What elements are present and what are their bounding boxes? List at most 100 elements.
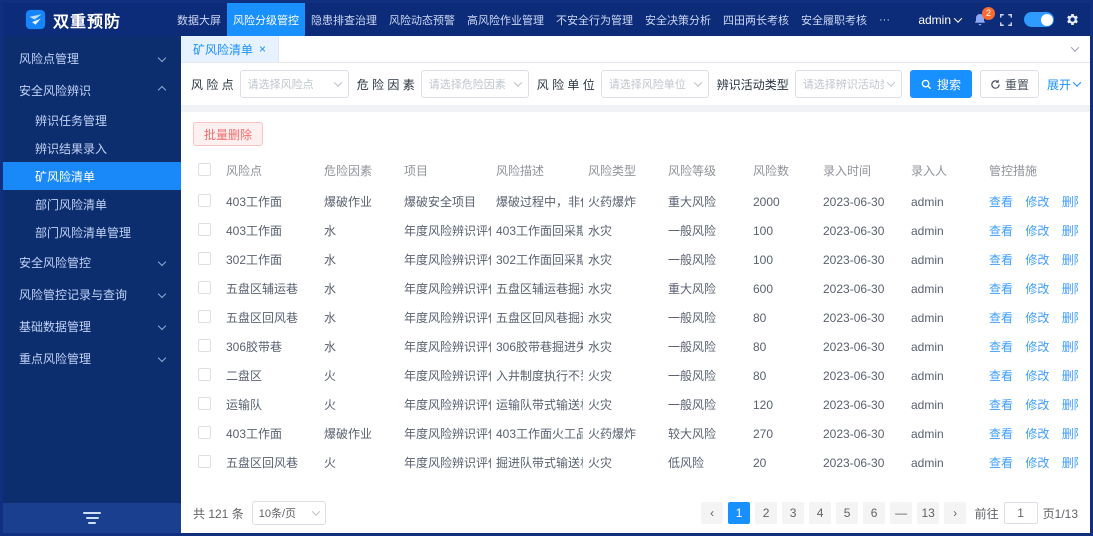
tab-close-icon[interactable]: ×	[259, 43, 266, 55]
cell-risk-type: 水灾	[588, 282, 613, 296]
sidebar-item[interactable]: 风险管控记录与查询	[3, 278, 181, 310]
delete-link[interactable]: 删除	[1062, 427, 1078, 441]
delete-link[interactable]: 删除	[1062, 311, 1078, 325]
top-menu-item[interactable]: 隐患排查治理	[305, 3, 383, 36]
edit-link[interactable]: 修改	[1025, 282, 1049, 296]
row-checkbox[interactable]	[198, 338, 211, 352]
cell-risk-level: 一般风险	[668, 311, 717, 325]
row-checkbox[interactable]	[198, 309, 211, 323]
edit-link[interactable]: 修改	[1025, 398, 1049, 412]
sidebar-item[interactable]: 矿风险清单	[3, 162, 181, 190]
app-window: 双重预防 数据大屏 风险分级管控 隐患排查治理 风险动态预警 高风险作业管理 不…	[0, 0, 1093, 536]
view-link[interactable]: 查看	[989, 311, 1013, 325]
view-link[interactable]: 查看	[989, 398, 1013, 412]
top-menu-item[interactable]: 数据大屏	[171, 3, 227, 36]
delete-link[interactable]: 删除	[1062, 340, 1078, 354]
view-link[interactable]: 查看	[989, 427, 1013, 441]
cell-risk-level: 低风险	[668, 456, 705, 470]
sidebar-item[interactable]: 风险点管理	[3, 42, 181, 74]
prev-page-button[interactable]: ‹	[701, 502, 724, 524]
row-checkbox[interactable]	[198, 454, 211, 468]
row-checkbox[interactable]	[198, 367, 211, 381]
delete-link[interactable]: 删除	[1062, 195, 1078, 209]
expand-filters-link[interactable]: 展开	[1047, 76, 1082, 93]
sidebar-item[interactable]: 重点风险管理	[3, 342, 181, 374]
sidebar-item[interactable]: 基础数据管理	[3, 310, 181, 342]
theme-toggle[interactable]	[1024, 12, 1054, 27]
sidebar-item[interactable]: 部门风险清单	[3, 190, 181, 218]
top-menu-item[interactable]: 风险动态预警	[383, 3, 461, 36]
row-checkbox[interactable]	[198, 222, 211, 236]
page-number-button[interactable]: 2	[755, 502, 778, 524]
next-page-button[interactable]: ›	[944, 502, 967, 524]
edit-link[interactable]: 修改	[1025, 195, 1049, 209]
batch-delete-button[interactable]: 批量删除	[193, 122, 264, 146]
top-menu-item[interactable]: 安全决策分析	[639, 3, 717, 36]
user-menu[interactable]: admin	[918, 13, 963, 27]
delete-link[interactable]: 删除	[1062, 253, 1078, 267]
fullscreen-button[interactable]	[999, 13, 1013, 27]
sidebar-item[interactable]: 辨识任务管理	[3, 106, 181, 134]
top-menu-item-label: 隐患排查治理	[311, 14, 377, 27]
select-all-checkbox[interactable]	[198, 162, 211, 176]
delete-link[interactable]: 删除	[1062, 282, 1078, 296]
edit-link[interactable]: 修改	[1025, 427, 1049, 441]
view-link[interactable]: 查看	[989, 340, 1013, 354]
page-number-button[interactable]: 5	[836, 502, 859, 524]
edit-link[interactable]: 修改	[1025, 456, 1049, 470]
edit-link[interactable]: 修改	[1025, 253, 1049, 267]
edit-link[interactable]: 修改	[1025, 224, 1049, 238]
page-size-select[interactable]: 10条/页	[251, 501, 326, 525]
page-number-button[interactable]: 6	[863, 502, 886, 524]
page-number-button[interactable]: 4	[809, 502, 832, 524]
delete-link[interactable]: 删除	[1062, 456, 1078, 470]
cell-risk-point: 306胶带巷	[226, 340, 283, 354]
sidebar-item[interactable]: 辨识结果录入	[3, 134, 181, 162]
top-menu-item-label: ···	[879, 13, 890, 26]
sidebar-item[interactable]: 部门风险清单管理	[3, 218, 181, 246]
view-link[interactable]: 查看	[989, 253, 1013, 267]
tab-options-chevron-icon[interactable]	[1070, 43, 1080, 52]
reset-button[interactable]: 重置	[979, 70, 1039, 98]
top-menu-item[interactable]: 四田两长考核	[717, 3, 795, 36]
sidebar-item[interactable]: 安全风险辨识	[3, 74, 181, 106]
view-link[interactable]: 查看	[989, 456, 1013, 470]
edit-link[interactable]: 修改	[1025, 311, 1049, 325]
top-menu-item[interactable]: 风险分级管控	[227, 3, 305, 36]
view-link[interactable]: 查看	[989, 282, 1013, 296]
filter-select[interactable]: 请选择风险点	[239, 70, 349, 98]
view-link[interactable]: 查看	[989, 195, 1013, 209]
page-number-button[interactable]: —	[890, 502, 913, 524]
row-checkbox[interactable]	[198, 193, 211, 207]
top-menu-item[interactable]: 高风险作业管理	[461, 3, 550, 36]
delete-link[interactable]: 删除	[1062, 224, 1078, 238]
page-number-button[interactable]: 13	[917, 502, 940, 524]
row-checkbox[interactable]	[198, 396, 211, 410]
edit-link[interactable]: 修改	[1025, 369, 1049, 383]
filter-select[interactable]: 请选择辨识活动类型	[794, 70, 902, 98]
edit-link[interactable]: 修改	[1025, 340, 1049, 354]
settings-button[interactable]	[1065, 12, 1080, 27]
view-link[interactable]: 查看	[989, 369, 1013, 383]
delete-link[interactable]: 删除	[1062, 369, 1078, 383]
sidebar-collapse-button[interactable]	[3, 503, 181, 533]
chevron-down-icon	[157, 85, 167, 95]
row-checkbox[interactable]	[198, 280, 211, 294]
row-checkbox[interactable]	[198, 425, 211, 439]
notifications-button[interactable]: 2	[972, 6, 995, 28]
filter-select[interactable]: 请选择危险因素	[420, 70, 529, 98]
goto-page-input[interactable]	[1003, 502, 1038, 524]
delete-link[interactable]: 删除	[1062, 398, 1078, 412]
page-number-button[interactable]: 1	[728, 502, 751, 524]
table-row: 302工作面 水 年度风险辨识评估... 302工作面回采期... 水灾 一般风…	[193, 245, 1078, 274]
tab-mine-risk-list[interactable]: 矿风险清单 ×	[181, 36, 280, 62]
top-menu-item[interactable]: ···	[873, 3, 896, 36]
sidebar-item[interactable]: 安全风险管控	[3, 246, 181, 278]
filter-select[interactable]: 请选择风险单位	[600, 70, 709, 98]
row-checkbox[interactable]	[198, 251, 211, 265]
top-menu-item[interactable]: 安全履职考核	[795, 3, 873, 36]
search-button[interactable]: 搜索	[909, 70, 972, 98]
top-menu-item[interactable]: 不安全行为管理	[550, 3, 639, 36]
view-link[interactable]: 查看	[989, 224, 1013, 238]
page-number-button[interactable]: 3	[782, 502, 805, 524]
